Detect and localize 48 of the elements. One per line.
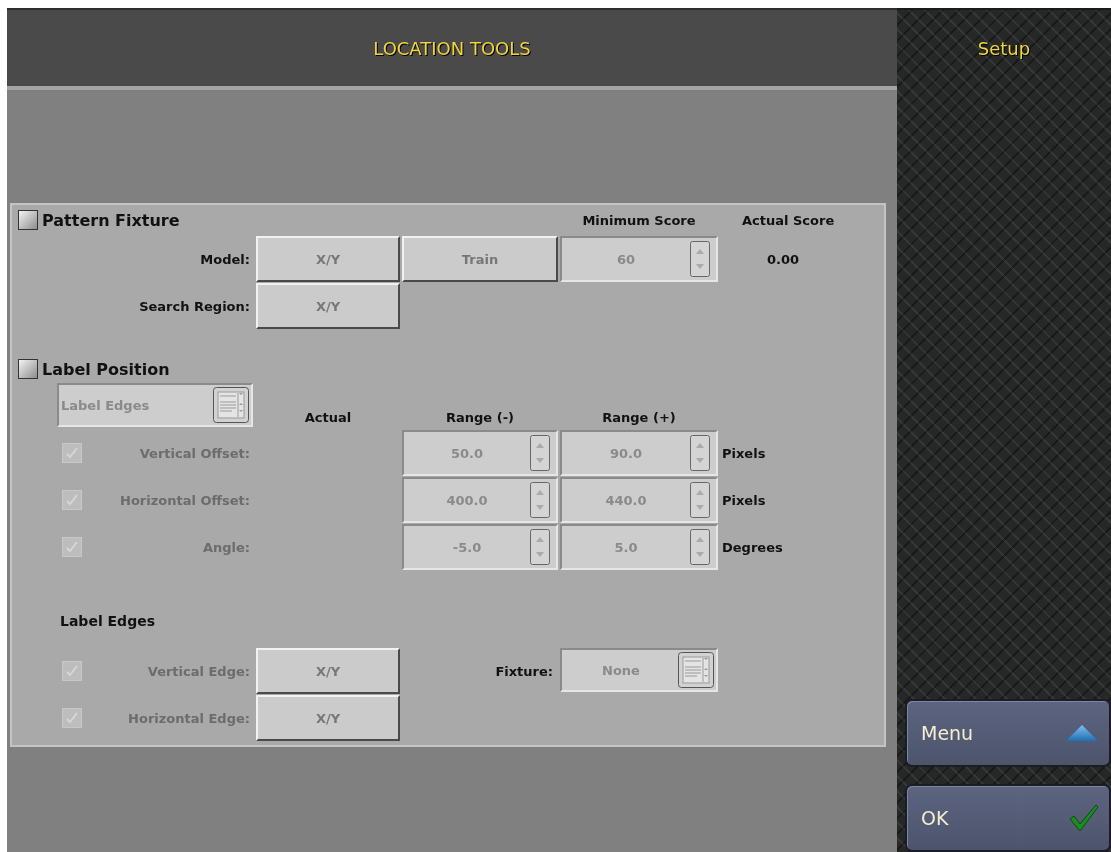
menu-button[interactable]: Menu bbox=[905, 699, 1111, 767]
column-heading: Minimum Score bbox=[582, 212, 696, 228]
spinner-arrows-icon[interactable] bbox=[690, 241, 710, 277]
checkmark-icon bbox=[65, 540, 79, 554]
field-label: Vertical Edge: bbox=[147, 663, 250, 679]
screen-title: LOCATION TOOLS bbox=[373, 37, 531, 59]
spin-field[interactable]: 60 bbox=[560, 236, 718, 282]
field-label: Model: bbox=[200, 251, 250, 267]
spinner-arrows-icon[interactable] bbox=[530, 482, 550, 518]
column-heading: Range (+) bbox=[602, 410, 676, 425]
ok-button[interactable]: OK bbox=[905, 784, 1111, 852]
checkmark-icon bbox=[65, 664, 79, 678]
xy-button[interactable]: X/Y bbox=[256, 236, 400, 282]
section-title: Label Edges bbox=[59, 613, 156, 629]
spinner-arrows-icon[interactable] bbox=[530, 529, 550, 565]
mode-title: Setup bbox=[977, 37, 1031, 59]
train-button[interactable]: Train bbox=[402, 236, 558, 282]
checkmark-icon bbox=[65, 711, 79, 725]
field-label: Search Region: bbox=[139, 298, 250, 314]
column-heading: Range (-) bbox=[446, 410, 514, 425]
actual-score-value: 0.00 bbox=[767, 251, 800, 267]
unit-label: Pixels bbox=[722, 445, 767, 461]
list-icon[interactable] bbox=[678, 652, 714, 688]
spinner-arrows-icon[interactable] bbox=[690, 435, 710, 471]
field-label: Horizontal Edge: bbox=[128, 710, 250, 726]
triangle-up-icon bbox=[1065, 724, 1099, 742]
section-title: Pattern Fixture bbox=[42, 210, 180, 230]
column-heading: Actual bbox=[304, 410, 352, 425]
field-label: Vertical Offset: bbox=[139, 445, 250, 461]
checkbox[interactable] bbox=[18, 210, 38, 230]
field-label: Angle: bbox=[202, 539, 250, 555]
unit-label: Degrees bbox=[722, 539, 784, 555]
xy-button[interactable]: X/Y bbox=[256, 283, 400, 329]
dropdown[interactable]: Label Edges bbox=[57, 383, 253, 427]
checkmark-icon bbox=[65, 446, 79, 460]
list-icon[interactable] bbox=[213, 387, 249, 423]
dropdown[interactable]: None bbox=[560, 648, 718, 692]
spinner-arrows-icon[interactable] bbox=[690, 482, 710, 518]
spinner-arrows-icon[interactable] bbox=[690, 529, 710, 565]
checkmark-icon bbox=[65, 493, 79, 507]
unit-label: Pixels bbox=[722, 492, 767, 508]
field-label: Horizontal Offset: bbox=[120, 492, 250, 508]
checkbox[interactable] bbox=[18, 359, 38, 379]
checkmark-icon bbox=[1069, 804, 1099, 832]
section-title: Label Position bbox=[42, 359, 170, 379]
spinner-arrows-icon[interactable] bbox=[530, 435, 550, 471]
field-label: Fixture: bbox=[495, 663, 553, 679]
column-heading: Actual Score bbox=[742, 212, 835, 228]
